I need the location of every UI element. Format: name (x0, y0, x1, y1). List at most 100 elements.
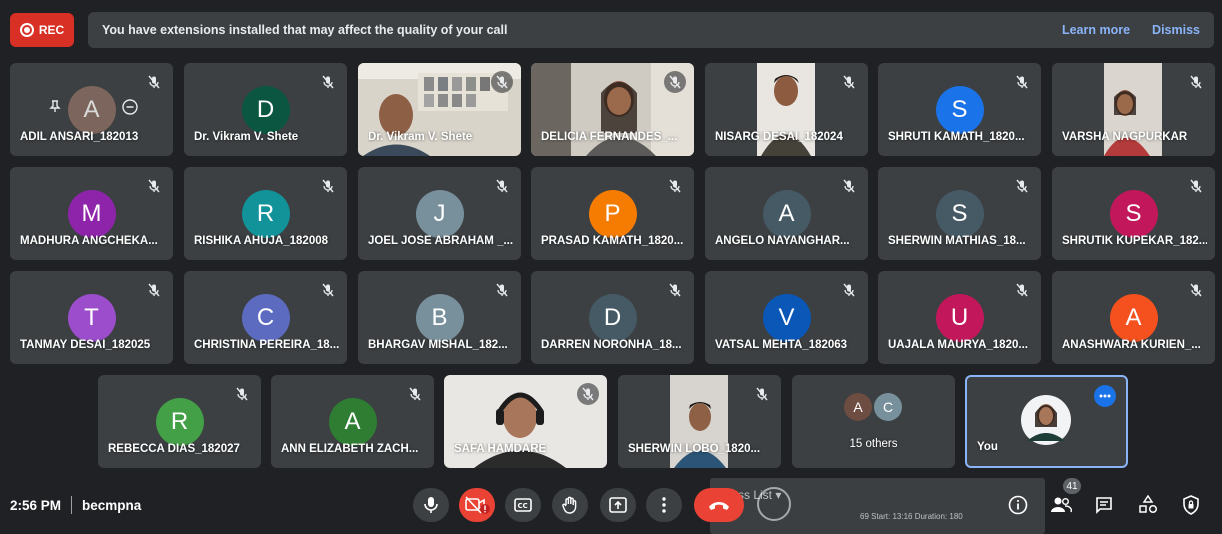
avatar: M (67, 190, 116, 238)
avatar: R (155, 398, 204, 446)
participant-tile[interactable]: D DARREN NORONHA_18... (531, 271, 694, 364)
hand-icon (562, 496, 577, 514)
participant-tile[interactable]: NISARG DESAI_182024 (705, 63, 868, 156)
mic-off-icon (838, 279, 860, 301)
participant-tile[interactable]: D Dr. Vikram V. Shete (184, 63, 347, 156)
self-tile[interactable]: You (965, 375, 1128, 468)
people-button[interactable] (1048, 492, 1074, 518)
participant-tile[interactable]: SHERWIN LOBO_1820... (618, 375, 781, 468)
participant-tile[interactable]: R RISHIKA AHUJA_182008 (184, 167, 347, 260)
more-horizontal-icon (1099, 394, 1111, 398)
pin-icon[interactable] (48, 99, 62, 118)
participant-name: SHRUTI KAMATH_1820... (888, 131, 1025, 143)
participant-name: NISARG DESAI_182024 (715, 131, 843, 143)
participant-name: SHRUTIK KUPEKAR_182... (1062, 235, 1207, 247)
mic-off-icon (143, 175, 165, 197)
participant-tile[interactable]: M MADHURA ANGCHEKA... (10, 167, 173, 260)
mic-off-icon (1011, 71, 1033, 93)
shield-lock-icon (1183, 495, 1199, 515)
mic-off-icon (143, 71, 165, 93)
mic-off-icon (1011, 279, 1033, 301)
participant-tile[interactable]: J JOEL JOSE ABRAHAM _... (358, 167, 521, 260)
current-time: 2:56 PM (10, 497, 62, 513)
participant-name: SAFA HAMDARE (454, 443, 547, 455)
mic-off-icon (664, 175, 686, 197)
chat-button[interactable] (1091, 492, 1117, 518)
participant-name: SHERWIN MATHIAS_18... (888, 235, 1026, 247)
learn-more-link[interactable]: Learn more (1062, 23, 1130, 37)
banner-message: You have extensions installed that may a… (102, 23, 508, 37)
avatar: V (762, 294, 811, 342)
participant-tile[interactable]: Dr. Vikram V. Shete (358, 63, 521, 156)
participant-tile[interactable]: P PRASAD KAMATH_1820... (531, 167, 694, 260)
self-name: You (977, 441, 998, 453)
self-avatar (1021, 395, 1071, 445)
dismiss-button[interactable]: Dismiss (1152, 23, 1200, 37)
participant-tile[interactable]: A ANASHWARA KURIEN_... (1052, 271, 1215, 364)
mic-off-icon (317, 71, 339, 93)
remove-icon[interactable] (122, 99, 138, 120)
participant-tile[interactable]: SAFA HAMDARE (444, 375, 607, 468)
avatar: C (241, 294, 290, 342)
participant-tile[interactable]: S SHRUTIK KUPEKAR_182... (1052, 167, 1215, 260)
present-screen-button[interactable] (600, 488, 636, 522)
mic-off-icon (491, 71, 513, 93)
mic-icon (424, 497, 438, 513)
participant-tile[interactable]: B BHARGAV MISHAL_182... (358, 271, 521, 364)
avatar: P (588, 190, 637, 238)
overlay-status: 69 Start: 13:16 Duration: 180 (860, 512, 963, 521)
more-vertical-icon (662, 497, 666, 513)
avatar: A (762, 190, 811, 238)
mic-off-icon (491, 279, 513, 301)
participant-tile[interactable]: A ANN ELIZABETH ZACH... (271, 375, 434, 468)
shapes-icon (1139, 495, 1158, 514)
host-controls-button[interactable] (1178, 492, 1204, 518)
participant-tile[interactable]: A ANGELO NAYANGHAR... (705, 167, 868, 260)
avatar: S (935, 86, 984, 134)
meeting-details-button[interactable] (1005, 492, 1031, 518)
avatar: U (935, 294, 984, 342)
leave-call-button[interactable] (694, 488, 744, 522)
microphone-button[interactable] (413, 488, 449, 522)
avatar: J (415, 190, 464, 238)
mic-off-icon (751, 383, 773, 405)
captions-button[interactable]: CC (505, 488, 541, 522)
participant-tile[interactable]: S SHRUTI KAMATH_1820... (878, 63, 1041, 156)
avatar: D (241, 86, 290, 134)
participant-name: REBECCA DIAS_182027 (108, 443, 240, 455)
participant-tile[interactable]: VARSHA NAGPURKAR (1052, 63, 1215, 156)
divider (71, 496, 73, 514)
captions-icon: CC (514, 498, 532, 512)
raise-hand-button[interactable] (552, 488, 588, 522)
mic-off-icon (1185, 71, 1207, 93)
camera-button[interactable] (459, 488, 495, 522)
more-options-button[interactable] (1094, 385, 1116, 407)
mic-off-icon (143, 279, 165, 301)
participant-tile[interactable]: R REBECCA DIAS_182027 (98, 375, 261, 468)
others-tile[interactable]: A C 15 others (792, 375, 955, 468)
participant-name: ANN ELIZABETH ZACH... (281, 443, 419, 455)
participant-name: BHARGAV MISHAL_182... (368, 339, 508, 351)
participant-name: SHERWIN LOBO_1820... (628, 443, 761, 455)
participant-tile[interactable]: A ADIL ANSARI_182013 (10, 63, 173, 156)
participant-name: DELICIA FERNANDES_... (541, 131, 678, 143)
participant-tile[interactable]: T TANMAY DESAI_182025 (10, 271, 173, 364)
participant-name: PRASAD KAMATH_1820... (541, 235, 684, 247)
overlay-check-icon[interactable] (757, 487, 791, 521)
meeting-code: becmpna (82, 497, 142, 513)
activities-button[interactable] (1135, 492, 1161, 518)
participant-tile[interactable]: C CHRISTINA PEREIRA_18... (184, 271, 347, 364)
participant-tile[interactable]: S SHERWIN MATHIAS_18... (878, 167, 1041, 260)
info-icon (1008, 495, 1028, 515)
participant-tile[interactable]: U UAJALA MAURYA_1820... (878, 271, 1041, 364)
mic-off-icon (317, 175, 339, 197)
participant-name: ANGELO NAYANGHAR... (715, 235, 850, 247)
mic-off-icon (491, 175, 513, 197)
participant-tile[interactable]: V VATSAL MEHTA_182063 (705, 271, 868, 364)
participant-name: Dr. Vikram V. Shete (368, 131, 473, 143)
participant-tile[interactable]: DELICIA FERNANDES_... (531, 63, 694, 156)
mic-off-icon (1185, 279, 1207, 301)
recording-label: REC (38, 23, 65, 37)
recording-badge[interactable]: REC (10, 13, 74, 47)
more-options-button[interactable] (646, 488, 682, 522)
